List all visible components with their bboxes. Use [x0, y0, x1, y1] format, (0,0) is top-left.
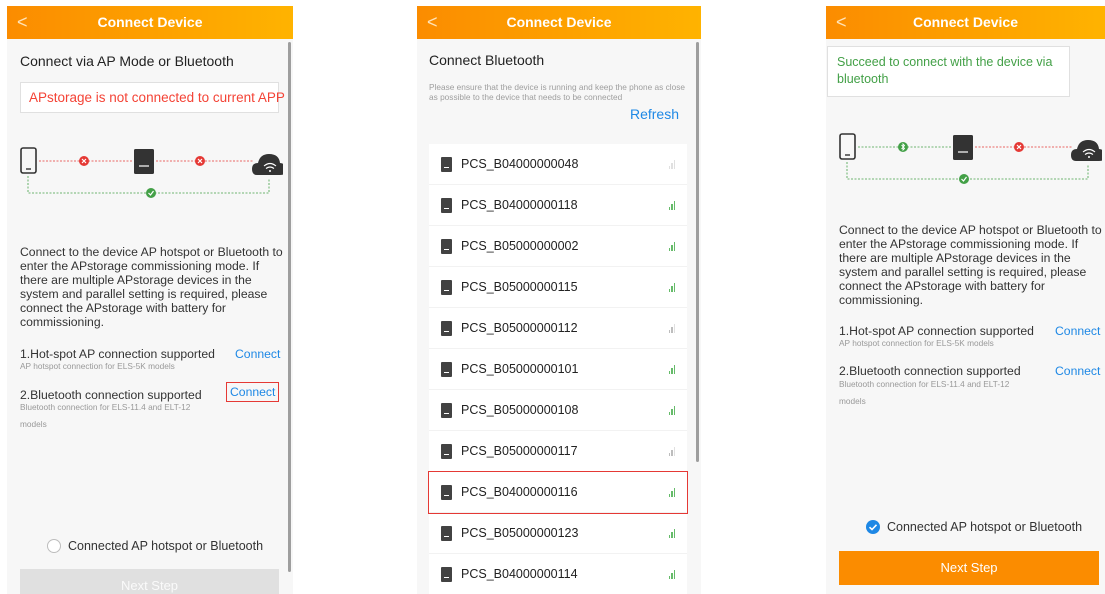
confirm-checkbox[interactable]	[47, 539, 61, 553]
screen-bluetooth-list: < Connect Device Connect Bluetooth Pleas…	[417, 6, 701, 594]
device-row[interactable]: PCS_B05000000112	[429, 308, 687, 349]
top-bar: < Connect Device	[826, 6, 1105, 39]
section-heading: Connect Bluetooth	[429, 52, 545, 68]
confirm-connected-row[interactable]: Connected AP hotspot or Bluetooth	[866, 520, 1082, 534]
confirm-label: Connected AP hotspot or Bluetooth	[887, 520, 1083, 534]
topology-diagram	[20, 147, 283, 198]
device-list: PCS_B04000000048 PCS_B04000000118 PCS_B0…	[428, 144, 688, 594]
success-check-icon	[146, 188, 156, 198]
signal-icon	[668, 323, 675, 333]
confirm-connected-row[interactable]: Connected AP hotspot or Bluetooth	[47, 539, 263, 553]
device-row[interactable]: PCS_B05000000117	[429, 431, 687, 472]
device-row[interactable]: PCS_B05000000002	[429, 226, 687, 267]
option-bluetooth-subtitle: Bluetooth connection for ELS-11.4 and EL…	[20, 402, 191, 429]
success-message: Succeed to connect with the device via b…	[827, 46, 1070, 97]
connect-hotspot-button[interactable]: Connect	[235, 347, 280, 361]
connect-hotspot-button[interactable]: Connect	[1055, 324, 1100, 338]
inverter-icon	[441, 402, 452, 418]
check-icon	[868, 524, 878, 531]
device-name: PCS_B04000000114	[461, 567, 578, 581]
device-row[interactable]: PCS_B05000000108	[429, 390, 687, 431]
inverter-icon	[441, 320, 452, 336]
device-row[interactable]: PCS_B04000000118	[429, 185, 687, 226]
signal-icon	[668, 528, 675, 538]
inverter-icon	[953, 135, 973, 160]
device-row[interactable]: PCS_B05000000101	[429, 349, 687, 390]
option-hotspot-subtitle: AP hotspot connection for ELS-5K models	[839, 338, 994, 348]
phone-icon	[839, 133, 856, 160]
proximity-note: Please ensure that the device is running…	[429, 82, 685, 102]
next-step-button[interactable]: Next Step	[20, 569, 279, 594]
option-hotspot-subtitle: AP hotspot connection for ELS-5K models	[20, 361, 175, 371]
topology-diagram	[839, 133, 1102, 184]
confirm-label: Connected AP hotspot or Bluetooth	[68, 539, 264, 553]
inverter-icon	[441, 525, 452, 541]
device-name: PCS_B04000000118	[461, 198, 578, 212]
signal-icon	[668, 282, 675, 292]
inverter-icon	[441, 443, 452, 459]
page-title: Connect Device	[97, 14, 203, 30]
device-name: PCS_B05000000108	[461, 403, 579, 417]
inverter-icon	[441, 279, 452, 295]
signal-icon	[668, 446, 675, 456]
page-title: Connect Device	[506, 14, 612, 30]
option-bluetooth-subtitle: Bluetooth connection for ELS-11.4 and EL…	[839, 379, 1010, 406]
inverter-icon	[134, 149, 154, 174]
inverter-icon	[441, 484, 452, 500]
bluetooth-icon	[898, 142, 908, 152]
device-row[interactable]: PCS_B04000000114	[429, 554, 687, 594]
device-name: PCS_B05000000101	[461, 362, 579, 376]
connection-warning: APstorage is not connected to current AP…	[20, 82, 285, 113]
inverter-icon	[441, 197, 452, 213]
connect-bluetooth-button[interactable]: Connect	[226, 382, 280, 402]
inverter-icon	[441, 566, 452, 582]
error-x-icon	[79, 156, 89, 166]
refresh-button[interactable]: Refresh	[630, 106, 679, 122]
signal-icon	[668, 487, 675, 497]
inverter-icon	[441, 238, 452, 254]
cloud-wifi-icon	[1071, 140, 1102, 161]
description: Connect to the device AP hotspot or Blue…	[839, 223, 1102, 307]
success-check-icon	[959, 174, 969, 184]
device-row[interactable]: PCS_B04000000048	[429, 144, 687, 185]
scrollbar[interactable]	[696, 42, 699, 462]
signal-icon	[668, 364, 675, 374]
device-row[interactable]: PCS_B05000000123	[429, 513, 687, 554]
section-heading: Connect via AP Mode or Bluetooth	[20, 53, 234, 69]
device-name: PCS_B05000000002	[461, 239, 579, 253]
device-row[interactable]: PCS_B05000000115	[429, 267, 687, 308]
device-name: PCS_B05000000112	[461, 321, 578, 335]
device-row-selected[interactable]: PCS_B04000000116	[428, 471, 688, 514]
scrollbar[interactable]	[288, 42, 291, 572]
signal-icon	[668, 569, 675, 579]
description: Connect to the device AP hotspot or Blue…	[20, 245, 283, 329]
signal-icon	[668, 405, 675, 415]
device-name: PCS_B05000000117	[461, 444, 578, 458]
inverter-icon	[441, 156, 452, 172]
next-step-button[interactable]: Next Step	[839, 551, 1099, 585]
device-name: PCS_B05000000123	[461, 526, 579, 540]
device-name: PCS_B04000000116	[461, 485, 578, 499]
top-bar: < Connect Device	[7, 6, 293, 39]
device-name: PCS_B05000000115	[461, 280, 578, 294]
screen-connected: < Connect Device Succeed to connect with…	[826, 6, 1105, 594]
device-name: PCS_B04000000048	[461, 157, 579, 171]
phone-icon	[20, 147, 37, 174]
connect-bluetooth-button[interactable]: Connect	[1055, 364, 1100, 378]
signal-icon	[668, 159, 675, 169]
error-x-icon	[195, 156, 205, 166]
top-bar: < Connect Device	[417, 6, 701, 39]
cloud-wifi-icon	[252, 154, 283, 175]
confirm-checkbox-checked[interactable]	[866, 520, 880, 534]
page-title: Connect Device	[912, 14, 1019, 30]
error-x-icon	[1014, 142, 1024, 152]
screen-ap-bluetooth-select: < Connect Device Connect via AP Mode or …	[7, 6, 293, 594]
signal-icon	[668, 241, 675, 251]
inverter-icon	[441, 361, 452, 377]
signal-icon	[668, 200, 675, 210]
